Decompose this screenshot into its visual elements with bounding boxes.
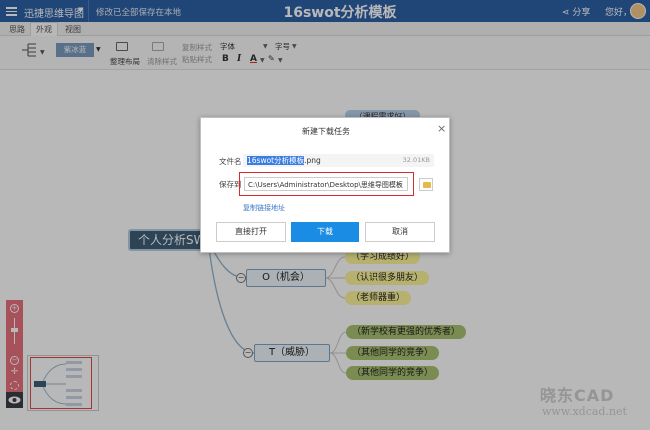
folder-icon[interactable] [419,178,433,191]
cancel-button[interactable]: 取消 [365,222,435,242]
close-icon[interactable]: × [437,122,446,135]
download-dialog: 新建下载任务 × 文件名 16swot分析模板.png 32.01KB 保存到 … [200,117,450,253]
filename-extension: .png [304,156,321,165]
path-select[interactable]: C:\Users\Administrator\Desktop\思维导图模板 ⌄ [244,177,408,191]
watermark-url: www.xdcad.net [542,405,627,418]
watermark-logo: 晓东CAD [540,386,615,405]
chevron-down-icon[interactable]: ⌄ [395,178,403,188]
dialog-title: 新建下载任务 [302,127,350,136]
path-highlight: C:\Users\Administrator\Desktop\思维导图模板 ⌄ [239,172,414,196]
copy-link[interactable]: 复制链接地址 [243,203,285,213]
filename-field[interactable]: 16swot分析模板.png 32.01KB [243,154,434,167]
download-button[interactable]: 下载 [291,222,359,242]
filename-selected: 16swot分析模板 [247,156,305,165]
file-size: 32.01KB [402,156,430,164]
filename-label: 文件名 [219,157,242,166]
path-value: C:\Users\Administrator\Desktop\思维导图模板 [248,181,403,189]
open-directly-button[interactable]: 直接打开 [216,222,286,242]
